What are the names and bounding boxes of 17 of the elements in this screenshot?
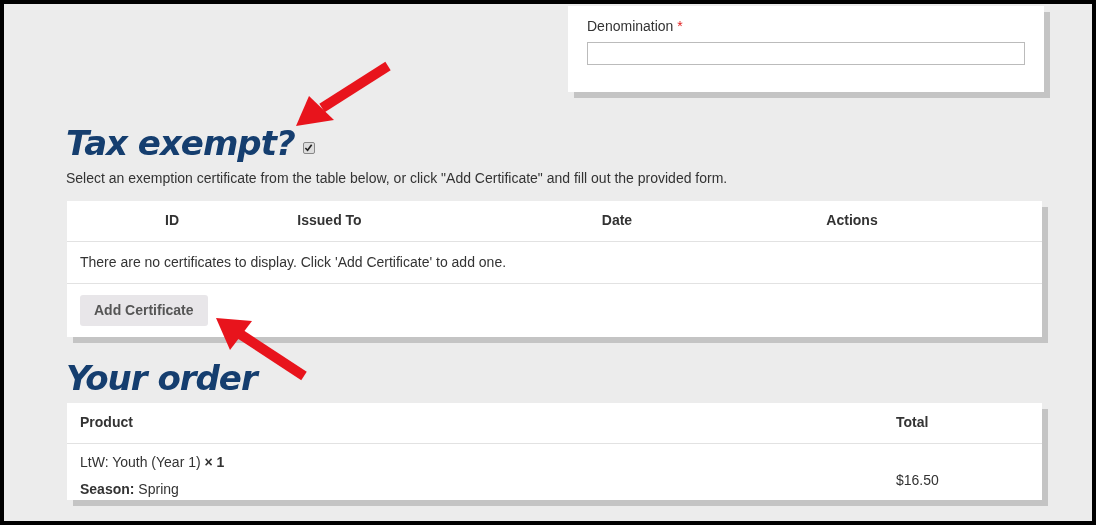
product-meta: Season: Spring xyxy=(80,479,180,499)
column-header: Actions xyxy=(826,211,878,230)
add-certificate-button[interactable]: Add Certificate xyxy=(80,294,208,326)
column-header: Date xyxy=(601,211,633,230)
denomination-input[interactable] xyxy=(587,42,1025,65)
column-header: Issued To xyxy=(297,211,362,230)
field-label: Denomination * xyxy=(587,17,684,36)
empty-message: There are no certificates to display. Click 'Add Certificate' to add one. xyxy=(80,252,507,272)
column-header: ID xyxy=(165,211,179,230)
product-name: LtW: Youth (Year 1) × 1 xyxy=(80,452,226,472)
column-header: Total xyxy=(896,413,929,432)
line-total: $16.50 xyxy=(896,470,939,490)
column-header: Product xyxy=(80,413,134,432)
section-heading: Tax exempt? xyxy=(66,123,295,162)
instructions-text: Select an exemption certificate from the table below, or click "Add Certificate" and fill out the provided form. xyxy=(65,168,729,188)
tax-exempt-checkbox[interactable] xyxy=(302,141,315,154)
check-icon xyxy=(304,143,314,152)
